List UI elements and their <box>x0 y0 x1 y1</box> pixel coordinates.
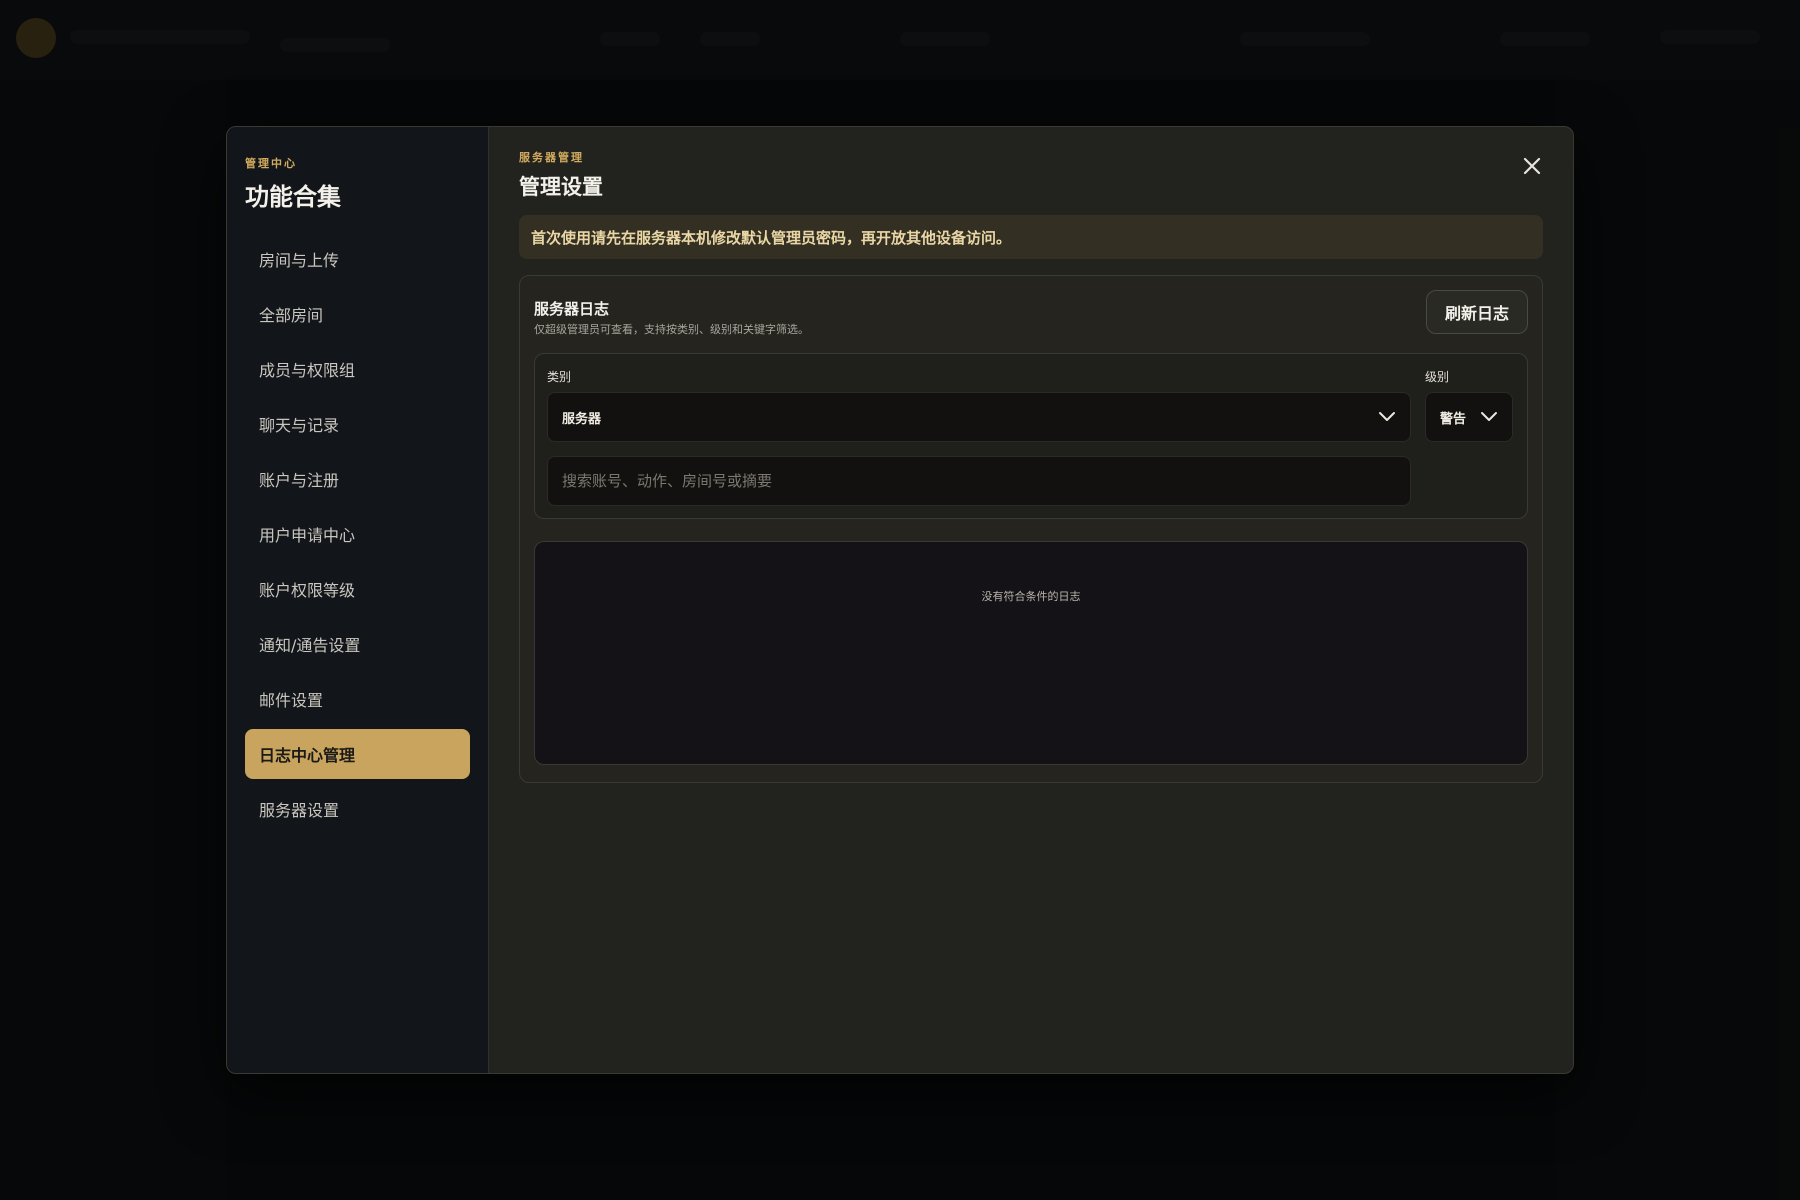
close-icon <box>1523 157 1541 175</box>
modal-main: 服务器管理 管理设置 首次使用请先在服务器本机修改默认管理员密码，再开放其他设备… <box>489 127 1573 1073</box>
sidebar-item[interactable]: 邮件设置 <box>245 674 470 724</box>
sidebar-item[interactable]: 房间与上传 <box>245 234 470 284</box>
notice-banner: 首次使用请先在服务器本机修改默认管理员密码，再开放其他设备访问。 <box>519 215 1543 259</box>
sidebar-item[interactable]: 账户与注册 <box>245 454 470 504</box>
admin-modal: 管理中心 功能合集 房间与上传 全部房间 成员与权限组 聊天与记录 账户与注册 用户申请中… <box>226 126 1574 1074</box>
sidebar-item[interactable]: 日志中心管理 <box>245 729 470 779</box>
log-search-input[interactable] <box>547 456 1411 506</box>
sidebar-kicker: 管理中心 <box>245 157 297 170</box>
main-kicker: 服务器管理 <box>519 151 584 164</box>
refresh-log-button[interactable]: 刷新日志 <box>1426 290 1528 334</box>
level-select[interactable]: 警告 <box>1425 392 1513 442</box>
sidebar-item[interactable]: 服务器设置 <box>245 784 470 834</box>
category-select-value: 服务器 <box>562 411 602 427</box>
category-label: 类别 <box>547 370 572 384</box>
empty-state-text: 没有符合条件的日志 <box>981 590 1081 603</box>
sidebar-title: 功能合集 <box>245 183 341 211</box>
panel-subtitle: 仅超级管理员可查看，支持按类别、级别和关键字筛选。 <box>534 323 809 336</box>
sidebar-item[interactable]: 用户申请中心 <box>245 509 470 559</box>
chevron-down-icon <box>1379 412 1395 421</box>
level-select-value: 警告 <box>1440 411 1467 427</box>
sidebar-item[interactable]: 聊天与记录 <box>245 399 470 449</box>
sidebar-item[interactable]: 成员与权限组 <box>245 344 470 394</box>
chevron-down-icon <box>1481 412 1497 421</box>
panel-heading: 服务器日志 仅超级管理员可查看，支持按类别、级别和关键字筛选。 <box>534 290 809 337</box>
log-list: 没有符合条件的日志 <box>534 541 1528 765</box>
sidebar-nav: 房间与上传 全部房间 成员与权限组 聊天与记录 账户与注册 用户申请中心 账户权限等级 通知/… <box>245 234 470 834</box>
category-select[interactable]: 服务器 <box>547 392 1411 442</box>
level-label: 级别 <box>1425 370 1450 384</box>
close-button[interactable] <box>1519 153 1545 179</box>
sidebar-item[interactable]: 全部房间 <box>245 289 470 339</box>
modal-sidebar: 管理中心 功能合集 房间与上传 全部房间 成员与权限组 聊天与记录 账户与注册 用户申请中… <box>227 127 489 1073</box>
page-title: 管理设置 <box>519 175 603 199</box>
log-filters: 类别 级别 服务器 警告 <box>534 353 1528 519</box>
server-log-panel: 服务器日志 仅超级管理员可查看，支持按类别、级别和关键字筛选。 刷新日志 类别 … <box>519 275 1543 783</box>
panel-title: 服务器日志 <box>534 300 610 318</box>
sidebar-item[interactable]: 通知/通告设置 <box>245 619 470 669</box>
sidebar-item[interactable]: 账户权限等级 <box>245 564 470 614</box>
panel-header: 服务器日志 仅超级管理员可查看，支持按类别、级别和关键字筛选。 刷新日志 <box>534 290 1528 337</box>
